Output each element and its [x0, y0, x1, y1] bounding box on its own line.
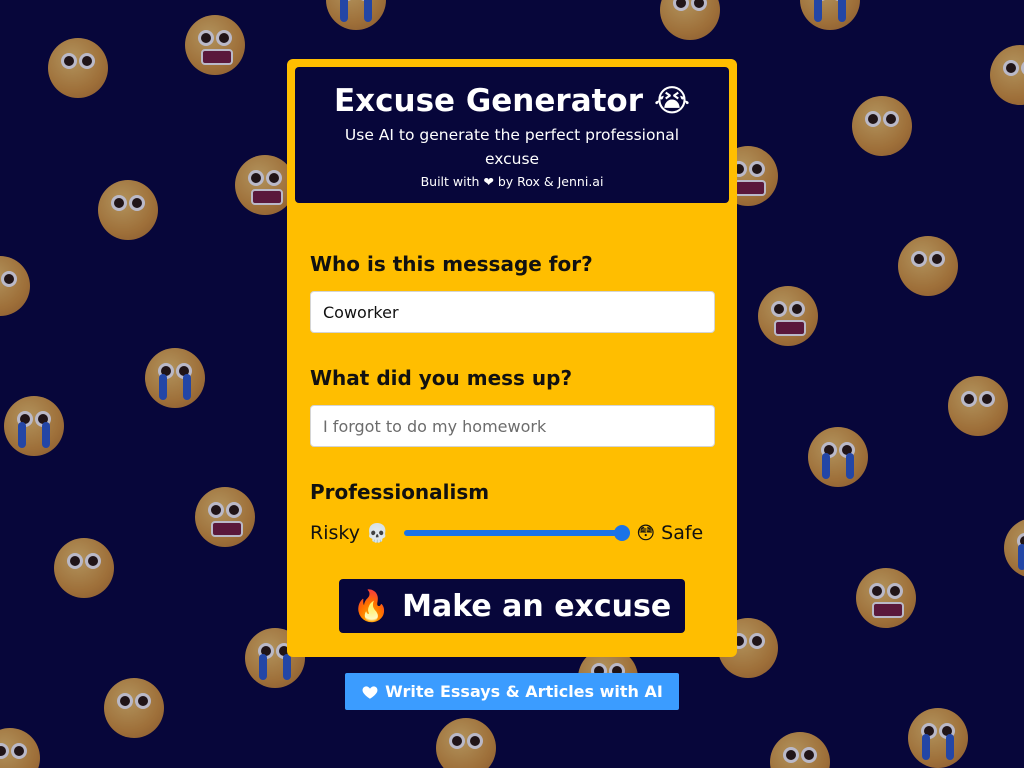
heart-icon: [362, 685, 378, 699]
excuse-generator-card: Excuse Generator 😭 Use AI to generate th…: [287, 59, 737, 657]
fire-icon: 🔥: [352, 588, 391, 624]
title-emoji-icon: 😭: [653, 83, 691, 119]
background-emoji-icon: [235, 155, 295, 215]
background-emoji-icon: [145, 348, 205, 408]
background-emoji-icon: [800, 0, 860, 30]
flushed-face-icon: 😳: [636, 522, 656, 544]
header-banner: Excuse Generator 😭 Use AI to generate th…: [295, 67, 729, 203]
background-emoji-icon: [660, 0, 720, 40]
make-excuse-label: Make an excuse: [402, 588, 672, 624]
title-text: Excuse Generator: [333, 83, 644, 119]
background-emoji-icon: [908, 708, 968, 768]
background-emoji-icon: [0, 728, 40, 768]
make-excuse-button[interactable]: 🔥 Make an excuse: [339, 579, 685, 633]
page-title: Excuse Generator 😭: [295, 67, 729, 119]
slider-right-label: Safe: [661, 522, 704, 544]
background-emoji-icon: [195, 487, 255, 547]
background-emoji-icon: [185, 15, 245, 75]
write-essays-label: Write Essays & Articles with AI: [385, 682, 663, 701]
background-emoji-icon: [4, 396, 64, 456]
background-emoji-icon: [1004, 518, 1024, 578]
subtitle: Use AI to generate the perfect professio…: [344, 126, 680, 168]
professionalism-slider[interactable]: [404, 525, 631, 541]
professionalism-slider-row: Risky 💀 😳 Safe: [310, 521, 715, 545]
recipient-input[interactable]: [310, 291, 715, 333]
background-emoji-icon: [898, 236, 958, 296]
slider-left-label: Risky: [310, 522, 360, 544]
background-emoji-icon: [990, 45, 1024, 105]
background-emoji-icon: [856, 568, 916, 628]
background-emoji-icon: [948, 376, 1008, 436]
mistake-label: What did you mess up?: [310, 366, 573, 390]
background-emoji-icon: [104, 678, 164, 738]
background-emoji-icon: [0, 256, 30, 316]
background-emoji-icon: [326, 0, 386, 30]
built-with-credit: Built with ❤ by Rox & Jenni.ai: [420, 174, 604, 189]
background-emoji-icon: [436, 718, 496, 768]
background-emoji-icon: [808, 427, 868, 487]
write-essays-button[interactable]: Write Essays & Articles with AI: [345, 673, 679, 710]
mistake-input[interactable]: [310, 405, 715, 447]
background-emoji-icon: [54, 538, 114, 598]
professionalism-label: Professionalism: [310, 480, 490, 504]
background-emoji-icon: [98, 180, 158, 240]
slider-thumb[interactable]: [614, 525, 631, 541]
background-emoji-icon: [852, 96, 912, 156]
skull-icon: 💀: [365, 522, 389, 544]
background-emoji-icon: [758, 286, 818, 346]
background-emoji-icon: [48, 38, 108, 98]
background-emoji-icon: [770, 732, 830, 768]
recipient-label: Who is this message for?: [310, 252, 593, 276]
